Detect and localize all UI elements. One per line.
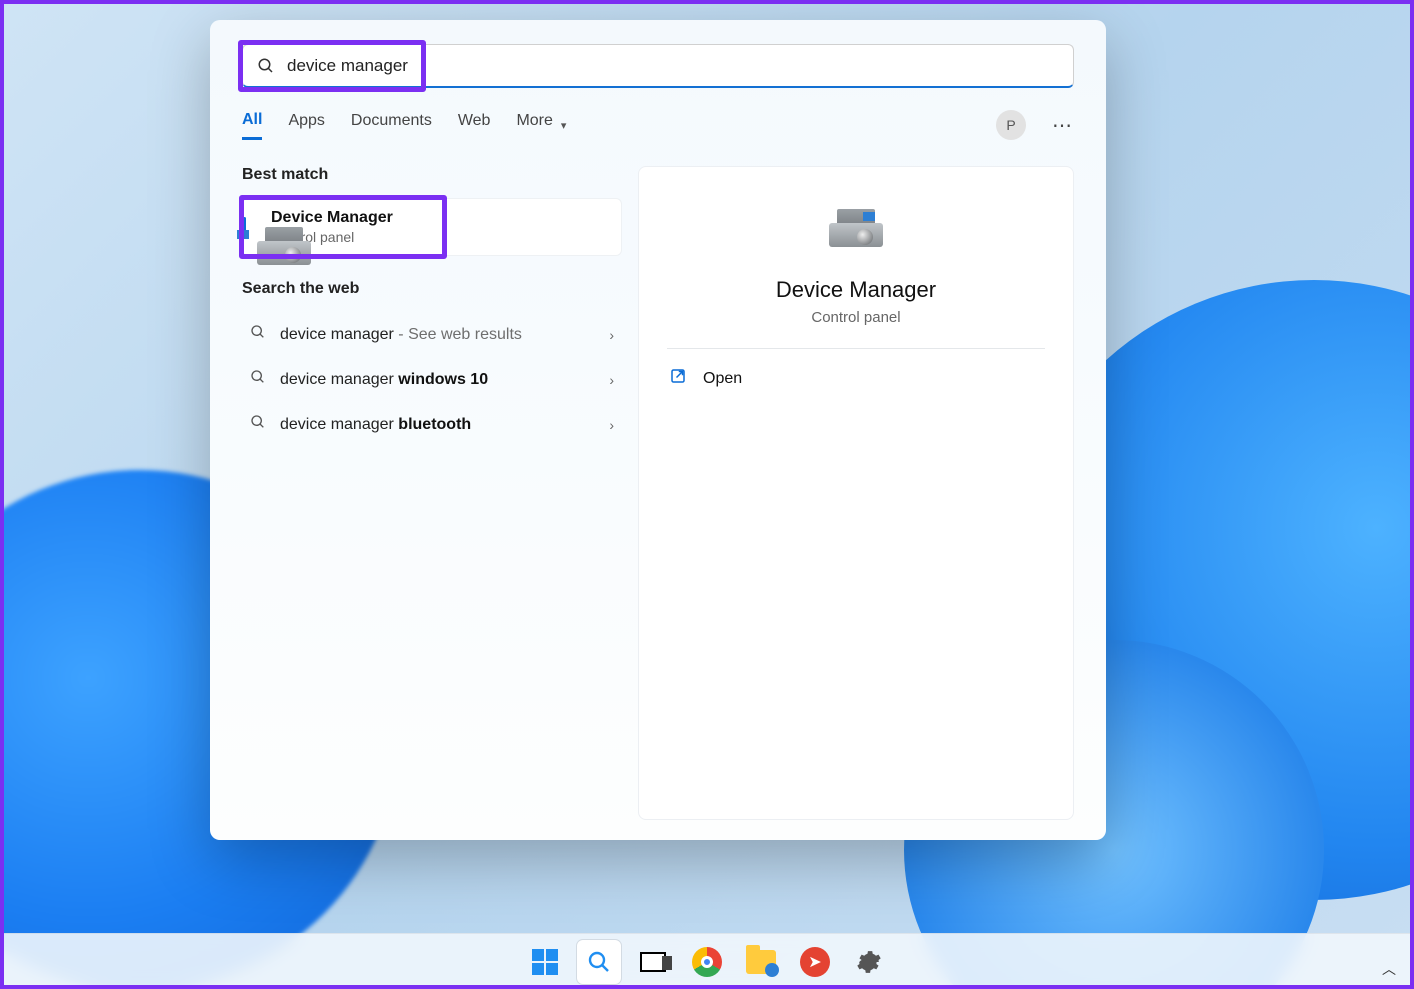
taskbar-taskview-button[interactable]: [631, 940, 675, 984]
open-external-icon: [669, 367, 687, 390]
device-manager-icon: [824, 203, 888, 259]
detail-pane: Device Manager Control panel Open: [638, 166, 1074, 820]
search-icon: [250, 369, 266, 390]
chevron-down-icon: ▾: [561, 119, 567, 132]
search-input[interactable]: [287, 56, 1059, 76]
taskbar-search-button[interactable]: [577, 940, 621, 984]
taskbar-tray-chevron[interactable]: ︿: [1382, 959, 1396, 979]
tab-web[interactable]: Web: [458, 112, 491, 138]
user-avatar[interactable]: P: [996, 110, 1026, 140]
results-column: Best match Device Manager Control panel …: [242, 166, 622, 820]
filter-tabs: All Apps Documents Web More ▾ P ⋯: [242, 110, 1074, 140]
web-result-text: device manager - See web results: [280, 326, 522, 344]
search-icon: [250, 414, 266, 435]
search-box[interactable]: [242, 44, 1074, 88]
more-options-button[interactable]: ⋯: [1052, 113, 1074, 138]
tab-more[interactable]: More: [516, 112, 552, 138]
open-action[interactable]: Open: [667, 357, 1045, 400]
search-web-label: Search the web: [242, 280, 622, 298]
web-result[interactable]: device manager - See web results ›: [242, 312, 622, 357]
search-icon: [257, 57, 275, 75]
best-match-label: Best match: [242, 166, 622, 184]
web-result-text: device manager bluetooth: [280, 416, 471, 434]
result-title: Device Manager: [271, 209, 393, 227]
detail-subtitle: Control panel: [811, 309, 900, 326]
gear-icon: [856, 949, 882, 975]
chevron-right-icon: ›: [609, 372, 614, 388]
tab-apps[interactable]: Apps: [288, 112, 324, 138]
tab-documents[interactable]: Documents: [351, 112, 432, 138]
taskbar: ➤: [0, 933, 1414, 989]
web-result-text: device manager windows 10: [280, 371, 488, 389]
taskbar-chrome-button[interactable]: [685, 940, 729, 984]
start-search-panel: All Apps Documents Web More ▾ P ⋯ Best m…: [210, 20, 1106, 840]
taskbar-explorer-button[interactable]: [739, 940, 783, 984]
taskbar-settings-button[interactable]: [847, 940, 891, 984]
chevron-right-icon: ›: [609, 417, 614, 433]
detail-title: Device Manager: [776, 277, 936, 303]
search-icon: [250, 324, 266, 345]
web-result[interactable]: device manager bluetooth ›: [242, 402, 622, 447]
folder-icon: [746, 950, 776, 974]
open-label: Open: [703, 370, 742, 388]
taskbar-start-button[interactable]: [523, 940, 567, 984]
divider: [667, 348, 1045, 349]
web-result[interactable]: device manager windows 10 ›: [242, 357, 622, 402]
taskbar-app-button[interactable]: ➤: [793, 940, 837, 984]
best-match-result[interactable]: Device Manager Control panel: [242, 198, 622, 256]
tab-all[interactable]: All: [242, 111, 262, 140]
chevron-right-icon: ›: [609, 327, 614, 343]
